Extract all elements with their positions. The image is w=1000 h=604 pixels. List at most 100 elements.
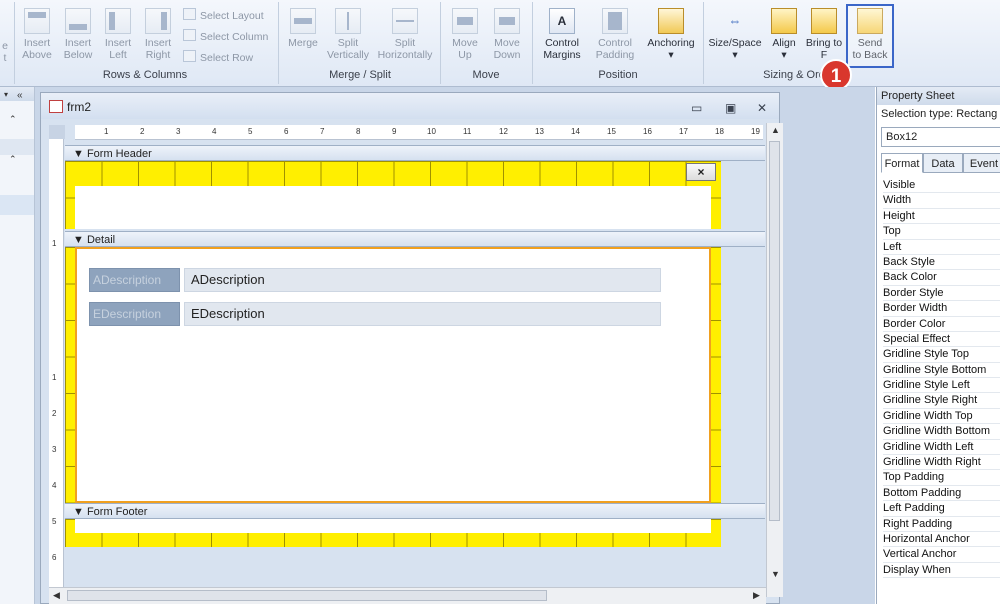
insert-right-button[interactable]: Insert Right: [138, 8, 178, 61]
property-row[interactable]: Vertical Anchor: [883, 547, 1000, 563]
insert-above-icon: [24, 8, 50, 34]
split-horizontally-button[interactable]: Split Horizontally: [374, 8, 436, 61]
scroll-down-icon[interactable]: ▼: [771, 569, 780, 579]
ruler-number: 17: [679, 127, 688, 136]
scroll-left-icon[interactable]: ◀: [53, 590, 60, 601]
select-row-button[interactable]: Select Row: [183, 50, 253, 64]
form-close-button[interactable]: ×: [686, 163, 716, 181]
nav-dropdown-icon[interactable]: ▾: [4, 90, 8, 99]
horizontal-ruler[interactable]: 1 2 3 4 5 6 7 8 9 10 11 12 13 14 15 16 1…: [75, 125, 763, 140]
nav-group-bar[interactable]: [0, 139, 34, 155]
property-row[interactable]: Gridline Style Left: [883, 378, 1000, 394]
split-horizontally-label: Split Horizontally: [377, 37, 433, 61]
property-row[interactable]: Height: [883, 209, 1000, 225]
size-space-button[interactable]: ⇔ Size/Space ▾: [706, 8, 764, 61]
insert-below-label: Insert Below: [63, 37, 93, 61]
adescription-label[interactable]: ADescription: [89, 268, 180, 292]
select-column-button[interactable]: Select Column: [183, 29, 268, 43]
edescription-textbox[interactable]: EDescription: [184, 302, 661, 326]
property-row[interactable]: Gridline Width Right: [883, 455, 1000, 471]
ruler-number: 19: [751, 127, 760, 136]
property-row[interactable]: Border Style: [883, 286, 1000, 302]
nav-selected-item[interactable]: [0, 195, 34, 215]
property-row[interactable]: Top Padding: [883, 470, 1000, 486]
ruler-number: 4: [212, 127, 217, 136]
property-row[interactable]: Display When: [883, 563, 1000, 579]
vertical-scrollbar[interactable]: ▲ ▼: [766, 123, 783, 597]
form-footer-bar[interactable]: ▼ Form Footer: [65, 503, 765, 519]
object-selector[interactable]: Box12: [881, 127, 1000, 147]
adescription-textbox[interactable]: ADescription: [184, 268, 661, 292]
property-row[interactable]: Gridline Style Bottom: [883, 363, 1000, 379]
ruler-number: 1: [104, 127, 109, 136]
edescription-label[interactable]: EDescription: [89, 302, 180, 326]
property-row[interactable]: Border Width: [883, 301, 1000, 317]
property-row[interactable]: Special Effect: [883, 332, 1000, 348]
merge-button[interactable]: Merge: [282, 8, 324, 49]
scroll-right-icon[interactable]: ▶: [753, 590, 760, 601]
horizontal-scroll-thumb[interactable]: [67, 590, 547, 601]
horizontal-scrollbar[interactable]: ◀ ▶: [49, 587, 766, 604]
align-button[interactable]: Align ▾: [766, 8, 802, 61]
bring-to-front-button[interactable]: Bring to F: [804, 8, 844, 61]
size-space-label: Size/Space: [708, 37, 762, 49]
insert-below-button[interactable]: Insert Below: [58, 8, 98, 61]
vertical-ruler[interactable]: 1 1 2 3 4 5 6 1: [49, 139, 64, 593]
property-row[interactable]: Back Style: [883, 255, 1000, 271]
form-footer-box[interactable]: [75, 519, 711, 533]
insert-above-button[interactable]: Insert Above: [16, 8, 58, 61]
ruler-number: 15: [607, 127, 616, 136]
move-down-button[interactable]: Move Down: [486, 8, 528, 61]
move-up-icon: [452, 8, 478, 34]
vertical-scroll-thumb[interactable]: [769, 141, 780, 521]
form-header-box[interactable]: [75, 186, 711, 229]
property-sheet: Property Sheet Selection type: Rectang B…: [876, 87, 1000, 604]
select-layout-button[interactable]: Select Layout: [183, 8, 264, 22]
ruler-number: 10: [427, 127, 436, 136]
tab-data[interactable]: Data: [923, 153, 963, 173]
nav-chevron-up-icon[interactable]: ⌃: [9, 114, 17, 125]
maximize-icon[interactable]: ▣: [725, 101, 736, 115]
scroll-up-icon[interactable]: ▲: [771, 125, 780, 135]
tab-format[interactable]: Format: [881, 153, 923, 173]
minimize-icon[interactable]: ▭: [691, 101, 702, 115]
property-row[interactable]: Border Color: [883, 317, 1000, 332]
property-row[interactable]: Back Color: [883, 270, 1000, 286]
split-vertically-icon: [335, 8, 361, 34]
navigation-pane: ▾ « ⌃ ⌃: [0, 87, 35, 604]
control-margins-button[interactable]: A Control Margins: [536, 8, 588, 61]
property-row[interactable]: Gridline Width Left: [883, 440, 1000, 456]
insert-left-button[interactable]: Insert Left: [98, 8, 138, 61]
nav-collapse-icon[interactable]: «: [17, 90, 23, 101]
property-row[interactable]: Gridline Width Top: [883, 409, 1000, 425]
ruler-number: 1: [52, 373, 57, 382]
select-layout-icon: [183, 8, 196, 20]
form-header-bar[interactable]: ▼ Form Header: [65, 145, 765, 161]
move-up-button[interactable]: Move Up: [444, 8, 486, 61]
property-row[interactable]: Left: [883, 240, 1000, 255]
split-vertically-button[interactable]: Split Vertically: [324, 8, 372, 61]
property-row[interactable]: Gridline Width Bottom: [883, 424, 1000, 440]
send-to-back-highlight: [846, 4, 894, 68]
partial-ribbon-button[interactable]: e t: [0, 40, 10, 64]
anchoring-button[interactable]: Anchoring ▾: [642, 8, 700, 61]
nav-chevron-up-icon-2[interactable]: ⌃: [9, 154, 17, 165]
detail-bar[interactable]: ▼ Detail: [65, 231, 765, 247]
property-row[interactable]: Width: [883, 193, 1000, 209]
property-row[interactable]: Left Padding: [883, 501, 1000, 517]
form-icon: [49, 100, 63, 113]
property-row[interactable]: Top: [883, 224, 1000, 240]
tab-event[interactable]: Event: [963, 153, 1000, 173]
property-row[interactable]: Bottom Padding: [883, 486, 1000, 502]
ruler-number: 8: [356, 127, 361, 136]
control-padding-button[interactable]: Control Padding: [590, 8, 640, 61]
property-row[interactable]: Visible: [883, 178, 1000, 194]
property-row[interactable]: Gridline Style Right: [883, 393, 1000, 409]
ruler-corner[interactable]: [49, 125, 65, 139]
ruler-number: 5: [52, 517, 57, 526]
property-row[interactable]: Gridline Style Top: [883, 347, 1000, 363]
property-row[interactable]: Horizontal Anchor: [883, 532, 1000, 548]
ruler-number: 6: [284, 127, 289, 136]
property-row[interactable]: Right Padding: [883, 517, 1000, 532]
close-icon[interactable]: ✕: [757, 101, 767, 115]
